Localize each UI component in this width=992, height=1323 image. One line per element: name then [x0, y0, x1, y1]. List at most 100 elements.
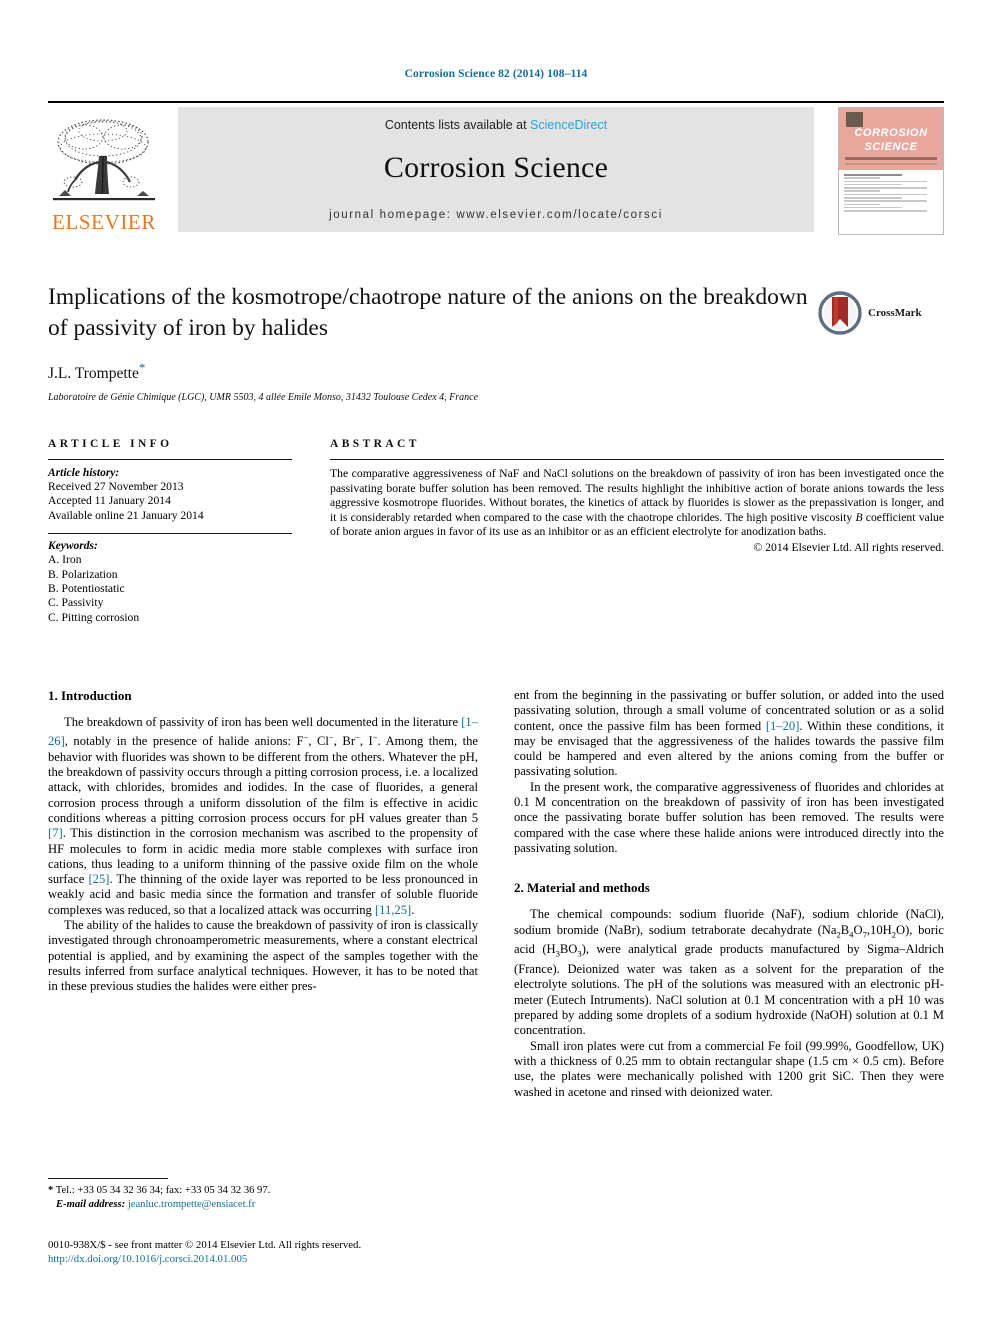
methods-paragraph-1: The chemical compounds: sodium fluoride … — [514, 907, 944, 1038]
affiliation: Laboratoire de Génie Chimique (LGC), UMR… — [48, 392, 479, 404]
body-column-right: ent from the beginning in the passivatin… — [514, 688, 944, 1248]
issn-copyright-line: 0010-938X/$ - see front matter © 2014 El… — [48, 1239, 362, 1251]
cover-rule — [845, 157, 937, 160]
cover-text-line — [844, 203, 880, 206]
footnote-contact-text: Tel.: +33 05 34 32 36 34; fax: +33 05 34… — [55, 1185, 271, 1196]
methods-paragraph-2: Small iron plates were cut from a commer… — [514, 1038, 944, 1099]
intro-paragraph-2: The ability of the halides to cause the … — [48, 918, 478, 994]
keyword-item: C. Pitting corrosion — [48, 610, 140, 624]
keyword-item: A. Iron — [48, 553, 82, 567]
cover-title-line-1: CORROSION — [854, 127, 928, 139]
cover-contents-panel — [839, 170, 943, 234]
footnote-contact-row: * Tel.: +33 05 34 32 36 34; fax: +33 05 … — [48, 1184, 478, 1198]
author-footnote-marker[interactable]: * — [139, 360, 146, 375]
section-heading-introduction: 1. Introduction — [48, 688, 132, 703]
keyword-item: C. Passivity — [48, 596, 104, 610]
body-column-left: 1. Introduction The breakdown of passivi… — [48, 688, 478, 1248]
page-footer: 0010-938X/$ - see front matter © 2014 El… — [48, 1238, 548, 1267]
intro-paragraph-1: The breakdown of passivity of iron has b… — [48, 715, 478, 918]
cover-text-line — [844, 180, 927, 183]
text-run: , notably in the presence of halide anio… — [64, 734, 304, 749]
journal-cover-thumbnail[interactable]: CORROSION SCIENCE — [838, 107, 944, 235]
intro-paragraph-3: ent from the beginning in the passivatin… — [514, 688, 944, 780]
divider — [330, 459, 944, 460]
column-gap — [478, 688, 514, 1248]
email-label: E-mail address: — [56, 1199, 126, 1210]
text-run: , Cl — [308, 734, 329, 749]
keyword-item: B. Polarization — [48, 567, 118, 581]
journal-homepage-link[interactable]: journal homepage: www.elsevier.com/locat… — [178, 209, 814, 221]
text-run: , I — [359, 734, 373, 749]
cover-top-panel: CORROSION SCIENCE — [839, 108, 943, 170]
elsevier-tree-icon — [51, 112, 157, 212]
cover-text-line — [844, 187, 927, 189]
history-item: Accepted 11 January 2014 — [48, 494, 171, 508]
column-gap — [292, 438, 330, 625]
email-link[interactable]: jeanluc.trompette@ensiacet.fr — [128, 1199, 255, 1210]
author-name: J.L. Trompette — [48, 365, 139, 383]
text-run: ,10H — [866, 922, 892, 937]
text-run: O — [853, 922, 863, 937]
abstract-text: The comparative aggressiveness of NaF an… — [330, 467, 944, 540]
text-run: BO — [559, 942, 578, 957]
doi-link[interactable]: http://dx.doi.org/10.1016/j.corsci.2014.… — [48, 1252, 548, 1266]
section-heading-methods: 2. Material and methods — [514, 880, 650, 896]
intro-paragraph-4: In the present work, the comparative agg… — [514, 779, 944, 855]
cover-text-line — [844, 196, 903, 199]
abstract-part-1: The comparative aggressiveness of NaF an… — [330, 467, 944, 524]
article-history-label: Article history: — [48, 467, 120, 479]
contents-available-line: Contents lists available at ScienceDirec… — [385, 118, 607, 132]
cover-text-line — [844, 210, 927, 212]
cover-badge-icon — [846, 112, 863, 127]
cover-subrule — [845, 163, 937, 165]
crossmark-badge[interactable]: CrossMark — [818, 288, 944, 338]
history-item: Received 27 November 2013 — [48, 480, 184, 493]
crossmark-label: CrossMark — [868, 307, 922, 319]
sciencedirect-link[interactable]: ScienceDirect — [530, 118, 607, 132]
cover-text-line — [844, 174, 903, 176]
divider — [48, 533, 292, 535]
cover-text-line — [844, 193, 927, 196]
text-run: . — [411, 902, 415, 917]
elsevier-logo: ELSEVIER — [48, 107, 160, 233]
paper-page: Corrosion Science 82 (2014) 108–114 ELSE… — [0, 0, 992, 1323]
contents-available-text: Contents lists available at — [384, 118, 531, 132]
journal-masthead: ELSEVIER Contents lists available at Sci… — [48, 101, 944, 236]
abstract-copyright: © 2014 Elsevier Ltd. All rights reserved… — [753, 540, 944, 554]
footnote-email-row: E-mail address: jeanluc.trompette@ensiac… — [48, 1198, 478, 1212]
keyword-item: B. Potentiostatic — [48, 582, 125, 596]
crossmark-icon — [818, 291, 862, 335]
citation-link[interactable]: [1–20] — [766, 719, 800, 733]
journal-title: Corrosion Science — [383, 151, 609, 184]
author-footnote: * Tel.: +33 05 34 32 36 34; fax: +33 05 … — [48, 1178, 478, 1212]
page-title: Implications of the kosmotrope/chaotrope… — [48, 284, 808, 341]
history-item: Available online 21 January 2014 — [48, 508, 204, 522]
abstract-column: ABSTRACT The comparative aggressiveness … — [330, 438, 944, 625]
citation-link[interactable]: [11,25] — [375, 903, 411, 917]
divider — [48, 459, 292, 460]
citation-link[interactable]: [7] — [48, 826, 63, 840]
main-body: 1. Introduction The breakdown of passivi… — [48, 688, 944, 1248]
cover-text-line — [844, 190, 880, 192]
running-head: Corrosion Science 82 (2014) 108–114 — [404, 68, 588, 80]
cover-text-line — [844, 177, 880, 179]
keywords-block: Keywords: A. Iron B. Polarization B. Pot… — [48, 533, 292, 625]
elsevier-wordmark: ELSEVIER — [52, 210, 156, 234]
abstract-heading: ABSTRACT — [330, 438, 420, 450]
footnote-marker: * — [48, 1185, 54, 1196]
article-info-column: ARTICLE INFO Article history: Received 2… — [48, 438, 292, 625]
article-info-heading: ARTICLE INFO — [48, 438, 173, 450]
citation-link[interactable]: [25] — [88, 872, 109, 886]
keywords-label: Keywords: — [48, 540, 98, 553]
cover-text-line — [844, 200, 927, 202]
sciencedirect-banner: Contents lists available at ScienceDirec… — [178, 107, 814, 232]
cover-text-line — [844, 206, 903, 209]
author-list: J.L. Trompette* — [48, 360, 808, 383]
cover-title-line-2: SCIENCE — [864, 141, 918, 153]
text-run: B — [840, 922, 850, 937]
cover-text-line — [844, 183, 903, 186]
title-block: Implications of the kosmotrope/chaotrope… — [48, 282, 808, 403]
text-run: , Br — [333, 734, 356, 749]
abstract-italic-symbol: B — [855, 510, 863, 524]
text-run: The breakdown of passivity of iron has b… — [64, 715, 462, 729]
